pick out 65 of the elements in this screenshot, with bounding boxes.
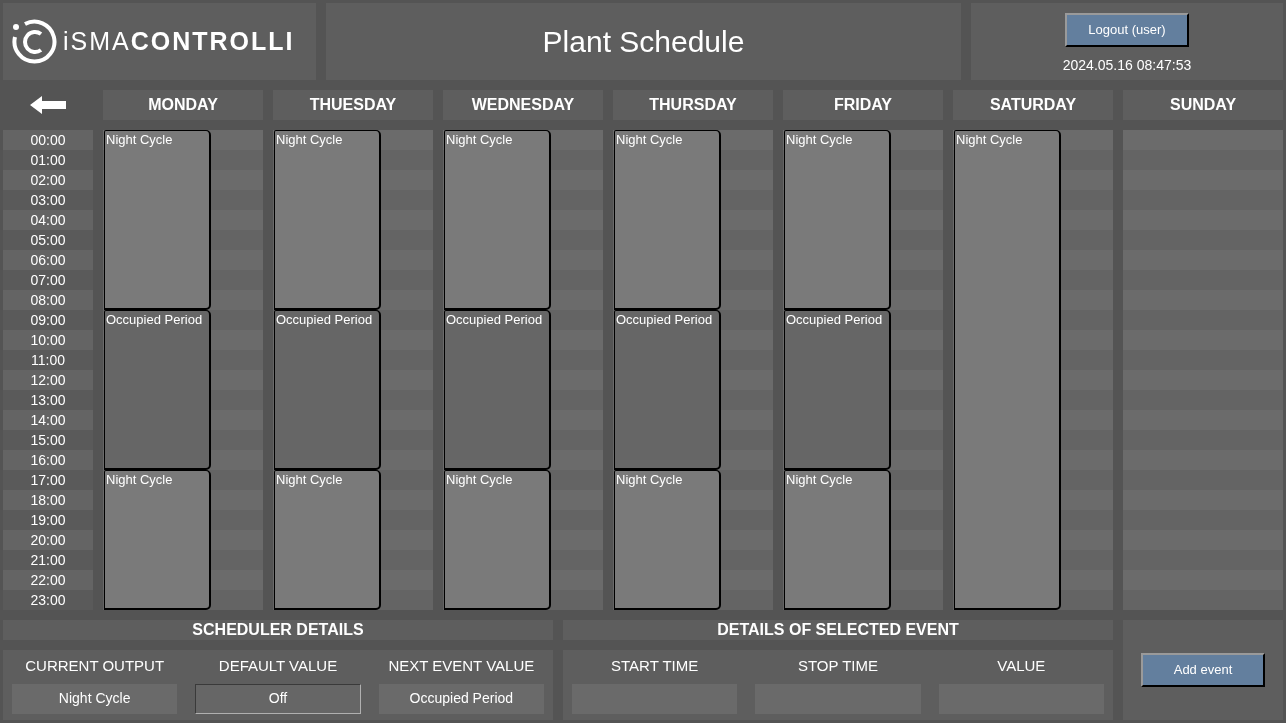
date-time: 2024.05.16 08:47:53 [1062,56,1192,75]
time-label: 22:00 [3,570,93,590]
field-label: DEFAULT VALUE [218,656,338,676]
time-label: 04:00 [3,210,93,230]
add-event-button[interactable]: Add event [1141,653,1265,687]
logo-icon [11,18,57,65]
field-label: VALUE [997,656,1046,676]
event-block[interactable]: Night Cycle [614,470,721,610]
time-label: 02:00 [3,170,93,190]
day-header: THUESDAY [309,95,397,115]
time-label: 13:00 [3,390,93,410]
event-block[interactable]: Occupied Period [614,310,721,470]
time-label: 17:00 [3,470,93,490]
section-heading: SCHEDULER DETAILS [192,620,364,640]
field-label: NEXT EVENT VALUE [388,656,535,676]
field-label: START TIME [611,656,699,676]
back-arrow-icon[interactable] [30,96,66,114]
logo-text: iSMACONTROLLI [63,25,295,57]
event-block[interactable]: Occupied Period [274,310,381,470]
event-block[interactable]: Night Cycle [274,470,381,610]
event-block[interactable]: Occupied Period [104,310,211,470]
time-label: 12:00 [3,370,93,390]
value-display: Night Cycle [12,683,178,714]
event-block[interactable]: Night Cycle [444,130,551,310]
day-header: WEDNESDAY [471,95,575,115]
time-label: 06:00 [3,250,93,270]
time-label: 10:00 [3,330,93,350]
event-block[interactable]: Night Cycle [614,130,721,310]
event-block[interactable]: Night Cycle [784,130,891,310]
event-block[interactable]: Night Cycle [274,130,381,310]
time-label: 08:00 [3,290,93,310]
event-block[interactable]: Occupied Period [444,310,551,470]
day-header: SATURDAY [989,95,1077,115]
time-label: 20:00 [3,530,93,550]
day-header: SUNDAY [1169,95,1237,115]
time-label: 14:00 [3,410,93,430]
time-label: 19:00 [3,510,93,530]
page-title: Plant Schedule [542,24,745,60]
time-label: 11:00 [3,350,93,370]
time-label: 21:00 [3,550,93,570]
event-block[interactable]: Occupied Period [784,310,891,470]
field-label: CURRENT OUTPUT [25,656,165,676]
time-label: 03:00 [3,190,93,210]
value-dropdown[interactable]: Off [195,683,361,714]
section-heading: DETAILS OF SELECTED EVENT [717,620,959,640]
day-header: THURSDAY [649,95,737,115]
event-block[interactable]: Night Cycle [954,130,1061,610]
time-label: 07:00 [3,270,93,290]
time-label: 15:00 [3,430,93,450]
day-header: FRIDAY [833,95,893,115]
event-block[interactable]: Night Cycle [104,470,211,610]
time-label: 18:00 [3,490,93,510]
time-label: 16:00 [3,450,93,470]
time-label: 00:00 [3,130,93,150]
time-label: 23:00 [3,590,93,610]
time-label: 09:00 [3,310,93,330]
field-label: STOP TIME [797,656,878,676]
day-header: MONDAY [148,95,218,115]
logout-button[interactable]: Logout (user) [1065,13,1189,47]
event-block[interactable]: Night Cycle [784,470,891,610]
time-label: 01:00 [3,150,93,170]
time-label: 05:00 [3,230,93,250]
event-block[interactable]: Night Cycle [444,470,551,610]
event-block[interactable]: Night Cycle [104,130,211,310]
value-display: Occupied Period [378,683,544,714]
